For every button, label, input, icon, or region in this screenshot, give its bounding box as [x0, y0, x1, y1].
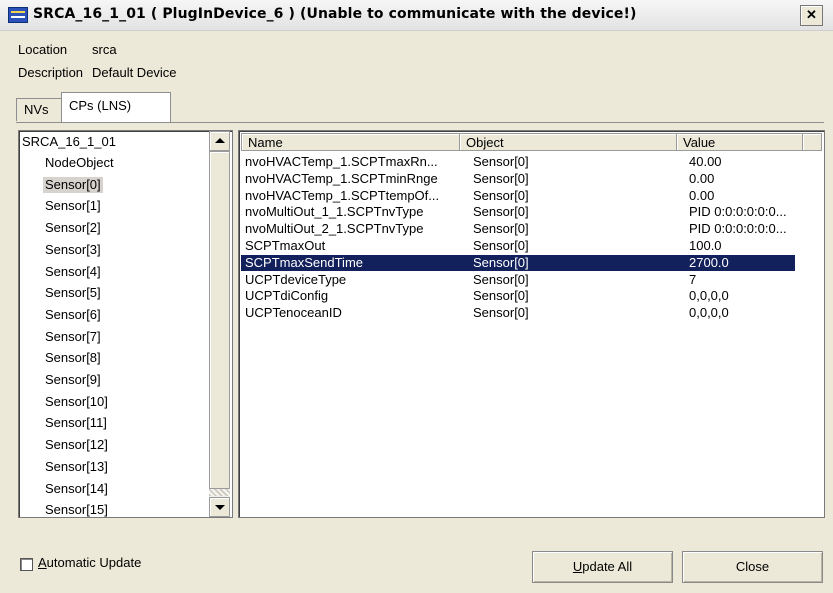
table-row[interactable]: nvoHVACTemp_1.SCPTtempOf... Sensor[0] 0.00 — [241, 188, 795, 204]
cell-object: Sensor[0] — [473, 238, 529, 253]
table-row[interactable]: nvoMultiOut_1_1.SCPTnvType Sensor[0] PID 0… — [241, 204, 795, 220]
automatic-update-label[interactable]: Automatic Update — [38, 555, 141, 570]
arrow-up-icon — [215, 138, 225, 143]
cell-name: nvoMultiOut_1_1.SCPTnvType — [245, 204, 424, 220]
tree-item[interactable]: Sensor[8] — [45, 350, 101, 366]
tree-item[interactable]: Sensor[3] — [45, 242, 101, 258]
cell-value: 7 — [689, 271, 697, 287]
tree-scrollbar[interactable] — [209, 131, 230, 517]
tree-item[interactable]: Sensor[7] — [45, 329, 101, 345]
window-title: SRCA_16_1_01 ( PlugInDevice_6 ) (Unable … — [33, 6, 637, 22]
table-row[interactable]: UCPTdeviceType Sensor[0] 7 — [241, 272, 795, 288]
cell-name: UCPTenoceanID — [245, 305, 342, 321]
cell-object: Sensor[0] — [473, 271, 529, 287]
cell-value: 40.00 — [689, 154, 722, 169]
tab-divider — [16, 122, 824, 123]
cell-value: PID 0:0:0:0:0:0... — [689, 204, 787, 220]
cell-name: nvoHVACTemp_1.SCPTminRnge — [245, 170, 438, 186]
cell-name: SCPTmaxOut — [245, 238, 326, 253]
table-row[interactable]: nvoMultiOut_2_1.SCPTnvType Sensor[0] PID 0… — [241, 221, 795, 237]
tree-item[interactable]: Sensor[15] — [45, 502, 108, 517]
description-value: Default Device — [92, 65, 177, 80]
arrow-down-icon — [215, 505, 225, 510]
automatic-update-checkbox[interactable] — [20, 558, 33, 571]
scroll-track[interactable] — [209, 489, 230, 496]
cell-value: 2700.0 — [689, 254, 729, 270]
cell-object: Sensor[0] — [473, 305, 529, 321]
app-icon — [8, 7, 28, 23]
tree-item[interactable]: Sensor[4] — [45, 264, 101, 280]
table-row[interactable]: SCPTmaxSendTime Sensor[0] 2700.0 — [240, 253, 796, 272]
cell-object: Sensor[0] — [473, 288, 529, 304]
cell-value: 0,0,0,0 — [689, 288, 729, 304]
cell-object: Sensor[0] — [473, 154, 529, 169]
close-button[interactable]: Close — [682, 551, 823, 583]
close-icon: ✕ — [806, 7, 817, 22]
automatic-update-label-rest: utomatic Update — [46, 555, 142, 570]
tab-cps-lns[interactable]: CPs (LNS) — [61, 92, 171, 122]
cell-name: nvoHVACTemp_1.SCPTmaxRn... — [245, 154, 438, 169]
object-tree[interactable]: SRCA_16_1_01 NodeObject Sensor[0] Sensor[1… — [18, 130, 233, 518]
tree-item[interactable]: NodeObject — [45, 155, 114, 171]
column-header-value[interactable]: Value — [676, 133, 803, 151]
automatic-update-mnemonic: A — [38, 555, 47, 570]
tree-item[interactable]: Sensor[14] — [45, 481, 108, 497]
location-row: Location srca — [18, 42, 117, 57]
tree-item[interactable]: Sensor[5] — [45, 285, 101, 301]
cell-object: Sensor[0] — [473, 170, 529, 186]
cell-value: PID 0:0:0:0:0:0... — [689, 221, 787, 237]
cell-value: 100.0 — [689, 238, 722, 253]
tree-root[interactable]: SRCA_16_1_01 — [22, 134, 116, 150]
table-row[interactable]: nvoHVACTemp_1.SCPTminRnge Sensor[0] 0.00 — [241, 171, 795, 187]
tree-item[interactable]: Sensor[10] — [45, 394, 108, 410]
column-header-filler — [802, 133, 822, 151]
description-label: Description — [18, 65, 84, 80]
tree-item[interactable]: Sensor[11] — [45, 415, 107, 431]
column-header-name[interactable]: Name — [241, 133, 460, 151]
update-all-button[interactable]: Update All — [532, 551, 673, 583]
close-window-button[interactable]: ✕ — [800, 5, 823, 26]
table-row[interactable]: UCPTenoceanID Sensor[0] 0,0,0,0 — [241, 305, 795, 321]
cell-object: Sensor[0] — [473, 221, 529, 237]
description-row: Description Default Device — [18, 65, 177, 80]
column-header-object[interactable]: Object — [459, 133, 677, 151]
tree-item[interactable]: Sensor[2] — [45, 220, 101, 236]
cp-table[interactable]: Name Object Value nvoHVACTemp_1.SCPTmaxR… — [238, 130, 825, 518]
tree-item[interactable]: Sensor[6] — [45, 307, 101, 323]
update-all-label-rest: pdate All — [582, 559, 633, 574]
update-all-mnemonic: U — [572, 559, 583, 574]
cell-name: UCPTdiConfig — [245, 288, 329, 304]
scroll-thumb[interactable] — [209, 151, 230, 489]
table-row[interactable]: nvoHVACTemp_1.SCPTmaxRn... Sensor[0] 40.00 — [241, 154, 795, 170]
table-row[interactable]: UCPTdiConfig Sensor[0] 0,0,0,0 — [241, 288, 795, 304]
cell-value: 0.00 — [689, 187, 715, 203]
tree-item[interactable]: Sensor[12] — [45, 437, 108, 453]
tree-item[interactable]: Sensor[9] — [45, 372, 101, 388]
cell-name: SCPTmaxSendTime — [245, 254, 363, 270]
cell-value: 0,0,0,0 — [689, 305, 729, 321]
location-value: srca — [92, 42, 117, 57]
cell-object: Sensor[0] — [473, 254, 529, 270]
cell-name: nvoMultiOut_2_1.SCPTnvType — [245, 221, 424, 237]
location-label: Location — [18, 42, 68, 57]
cell-name: UCPTdeviceType — [245, 271, 347, 287]
tree-item[interactable]: Sensor[1] — [45, 198, 101, 214]
cell-object: Sensor[0] — [473, 204, 529, 220]
tree-item[interactable]: Sensor[13] — [45, 459, 108, 475]
title-bar: SRCA_16_1_01 ( PlugInDevice_6 ) (Unable … — [0, 0, 833, 31]
cell-name: nvoHVACTemp_1.SCPTtempOf... — [245, 187, 440, 203]
cell-value: 0.00 — [689, 170, 715, 186]
tree-item[interactable]: Sensor[0] — [43, 176, 103, 193]
table-row[interactable]: SCPTmaxOut Sensor[0] 100.0 — [241, 238, 795, 254]
scroll-down-button[interactable] — [209, 497, 230, 517]
cell-object: Sensor[0] — [473, 187, 529, 203]
scroll-up-button[interactable] — [209, 131, 230, 151]
